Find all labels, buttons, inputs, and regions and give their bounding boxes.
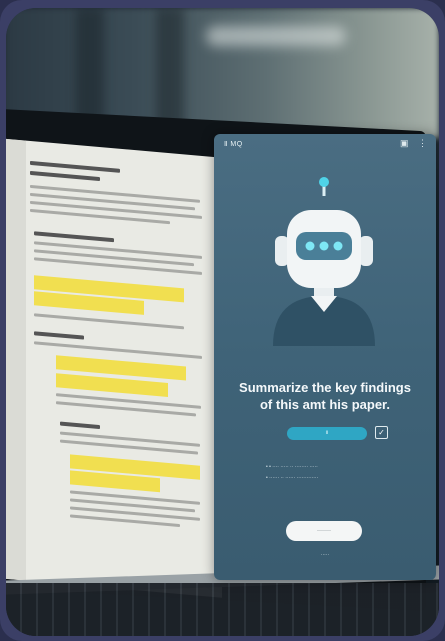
panel-footer-link[interactable]: ····· [214,552,436,558]
mode-selector-button[interactable]: Ⅱ [287,427,367,440]
option-bullet: • • ···· ····· ·· ········ ····· [266,464,318,470]
device-frame: Ⅱ MQ ▣ ⋮ Summarize the key findings of t… [0,0,445,641]
document-page [6,138,222,598]
document-heading [30,170,100,182]
prompt-question: Summarize the key findings of this amt h… [239,380,411,412]
panel-title: Ⅱ MQ [224,141,243,148]
laptop-keyboard [6,583,439,636]
text-line [34,257,202,275]
generate-summary-button[interactable]: ······· [286,521,362,541]
text-line [56,393,201,409]
section-heading [34,231,114,243]
section-heading [34,331,84,340]
document-sidebar [6,138,26,581]
photo-scene: Ⅱ MQ ▣ ⋮ Summarize the key findings of t… [6,8,439,636]
option-bullet: • ······ ·· ······ ············· [266,475,319,481]
section-heading [60,421,100,430]
confirm-checkbox[interactable]: ✓ [375,426,388,439]
ceiling-light [206,26,346,46]
chat-icon[interactable]: ▣ [400,138,409,149]
ai-assistant-panel: Ⅱ MQ ▣ ⋮ Summarize the key findings of t… [214,134,436,580]
document-heading [30,160,120,173]
text-line [60,431,200,447]
text-line [34,313,184,330]
menu-icon[interactable]: ⋮ [418,138,427,149]
robot-avatar-icon [273,177,375,346]
